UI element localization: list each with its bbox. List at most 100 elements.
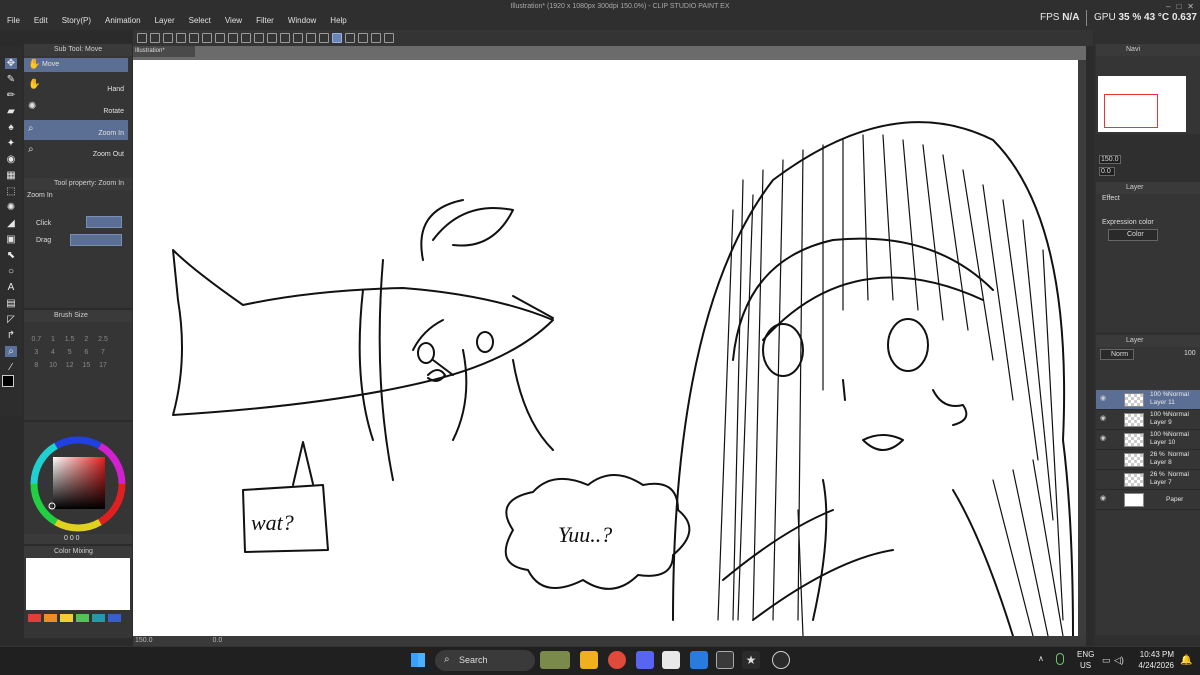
eye-icon[interactable]: ◉	[1100, 435, 1108, 442]
clear-icon[interactable]	[228, 33, 238, 43]
brush-size-preset[interactable]: 6	[78, 349, 95, 356]
clip-studio-icon[interactable]	[137, 33, 147, 43]
close-button[interactable]: ✕	[1187, 2, 1194, 11]
navigator-zoom[interactable]: 150.0	[1099, 155, 1121, 164]
menu-window[interactable]: Window	[281, 13, 323, 29]
transform-icon[interactable]	[241, 33, 251, 43]
main-color-swatch[interactable]	[2, 375, 14, 387]
frame-tool-icon[interactable]: ▤	[5, 298, 17, 309]
layer-row[interactable]: ◉ 100 % Normal Layer 10	[1096, 430, 1200, 450]
eye-icon[interactable]: ◉	[1100, 415, 1108, 422]
figure-tool-icon[interactable]: ▦	[5, 170, 17, 181]
clock-time[interactable]: 10:43 PM	[1128, 650, 1174, 659]
auto-select-tool-icon[interactable]: ✺	[5, 202, 17, 213]
eye-icon[interactable]: ◉	[1100, 495, 1108, 502]
zoom-value[interactable]: 150.0	[135, 636, 153, 646]
operation-tool-icon[interactable]: ⬉	[5, 250, 17, 261]
brush-size-preset[interactable]: 7	[95, 349, 112, 356]
eyedropper-tool-icon[interactable]: ⁄	[5, 362, 17, 373]
maximize-button[interactable]: □	[1176, 2, 1181, 11]
brush-size-preset[interactable]: 15	[78, 362, 95, 369]
brush-size-preset[interactable]: 2.5	[95, 336, 112, 343]
export-icon[interactable]	[189, 33, 199, 43]
chevron-up-icon[interactable]: ∧	[1038, 654, 1044, 663]
brush-size-preset[interactable]: 2	[78, 336, 95, 343]
fill-icon[interactable]	[254, 33, 264, 43]
help-icon[interactable]	[384, 33, 394, 43]
subtool-zoom-in[interactable]: ⌕ Zoom In	[24, 120, 128, 140]
navigator-view-frame[interactable]	[1104, 94, 1158, 128]
menu-file[interactable]: File	[0, 13, 27, 29]
invert-selection-icon[interactable]	[280, 33, 290, 43]
brush-size-preset[interactable]: 10	[45, 362, 62, 369]
drag-mode-toggle[interactable]	[70, 234, 122, 246]
blend-mode-select[interactable]: Norm	[1100, 349, 1134, 360]
mixing-color-swatch[interactable]	[108, 614, 121, 622]
menu-view[interactable]: View	[218, 13, 249, 29]
save-icon[interactable]	[176, 33, 186, 43]
brush-size-preset[interactable]: 8	[28, 362, 45, 369]
brush-tool-icon[interactable]: ♠	[5, 122, 17, 133]
layer-row[interactable]: ◉ Paper	[1096, 490, 1200, 510]
brush-size-preset[interactable]: 17	[95, 362, 112, 369]
zoom-tool-icon[interactable]: ⌕	[5, 346, 17, 357]
microphone-icon[interactable]	[1056, 653, 1064, 665]
fill-tool-icon[interactable]: ◉	[5, 154, 17, 165]
redo-icon[interactable]	[215, 33, 225, 43]
language-indicator[interactable]: ENG	[1077, 650, 1094, 659]
brush-size-preset[interactable]: 1	[45, 336, 62, 343]
calculator-icon[interactable]	[716, 651, 734, 669]
subtool-rotate[interactable]: ✺ Rotate	[24, 98, 128, 120]
mixing-canvas[interactable]	[26, 558, 130, 610]
obs-icon[interactable]	[772, 651, 790, 669]
eye-icon[interactable]: ◉	[1100, 395, 1108, 402]
brush-size-preset[interactable]: 0.7	[28, 336, 45, 343]
document-tab[interactable]: Illustration*	[133, 46, 195, 57]
snap-ruler-icon[interactable]	[332, 33, 342, 43]
brush-size-preset[interactable]: 1.5	[61, 336, 78, 343]
menu-layer[interactable]: Layer	[148, 13, 182, 29]
file-explorer-icon[interactable]	[580, 651, 598, 669]
layer-row[interactable]: 26 % Normal Layer 7	[1096, 470, 1200, 490]
menu-story[interactable]: Story(P)	[55, 13, 98, 29]
clock-date[interactable]: 4/24/2026	[1124, 661, 1174, 670]
navigator-angle[interactable]: 0.0	[1099, 167, 1115, 176]
snap-special-ruler-icon[interactable]	[345, 33, 355, 43]
mixing-color-swatch[interactable]	[92, 614, 105, 622]
discord-icon[interactable]	[636, 651, 654, 669]
layer-opacity-value[interactable]: 100	[1184, 350, 1196, 357]
brush-size-preset[interactable]	[111, 349, 128, 356]
selection-tool-icon[interactable]: ⬚	[5, 186, 17, 197]
windows-start-icon[interactable]	[411, 653, 425, 667]
eye-icon[interactable]	[1100, 476, 1108, 482]
brush-size-preset[interactable]: 5	[61, 349, 78, 356]
undo-icon[interactable]	[202, 33, 212, 43]
crop-icon[interactable]	[293, 33, 303, 43]
deselect-icon[interactable]	[267, 33, 277, 43]
brush-size-preset[interactable]: 12	[61, 362, 78, 369]
taskbar-search[interactable]: Search	[435, 650, 535, 671]
ruler-tool-icon[interactable]: ◸	[5, 314, 17, 325]
layer-row[interactable]: ◉ 100 % Normal Layer 11	[1096, 390, 1200, 410]
menu-help[interactable]: Help	[323, 13, 353, 29]
clip-studio-app-icon[interactable]	[662, 651, 680, 669]
brush-size-preset[interactable]: 3	[28, 349, 45, 356]
pen-tool-icon[interactable]: ✎	[5, 74, 17, 85]
open-file-icon[interactable]	[163, 33, 173, 43]
text-tool-icon[interactable]: A	[5, 282, 17, 293]
decoration-tool-icon[interactable]: ✦	[5, 138, 17, 149]
color-wheel[interactable]	[24, 422, 132, 544]
mixing-color-swatch[interactable]	[60, 614, 73, 622]
brush-size-preset[interactable]	[111, 336, 128, 343]
keyboard-layout[interactable]: US	[1080, 661, 1091, 670]
menu-filter[interactable]: Filter	[249, 13, 281, 29]
selection-border-icon[interactable]	[306, 33, 316, 43]
move-tool-icon[interactable]: ✥	[5, 58, 17, 69]
snap-grid-icon[interactable]	[358, 33, 368, 43]
game-app-icon[interactable]	[540, 651, 570, 669]
network-icon[interactable]: ▭	[1102, 655, 1111, 666]
shape-tool-icon[interactable]: ○	[5, 266, 17, 277]
gradient-tool-icon[interactable]: ◢	[5, 218, 17, 229]
menu-animation[interactable]: Animation	[98, 13, 148, 29]
correct-line-tool-icon[interactable]: ↱	[5, 330, 17, 341]
